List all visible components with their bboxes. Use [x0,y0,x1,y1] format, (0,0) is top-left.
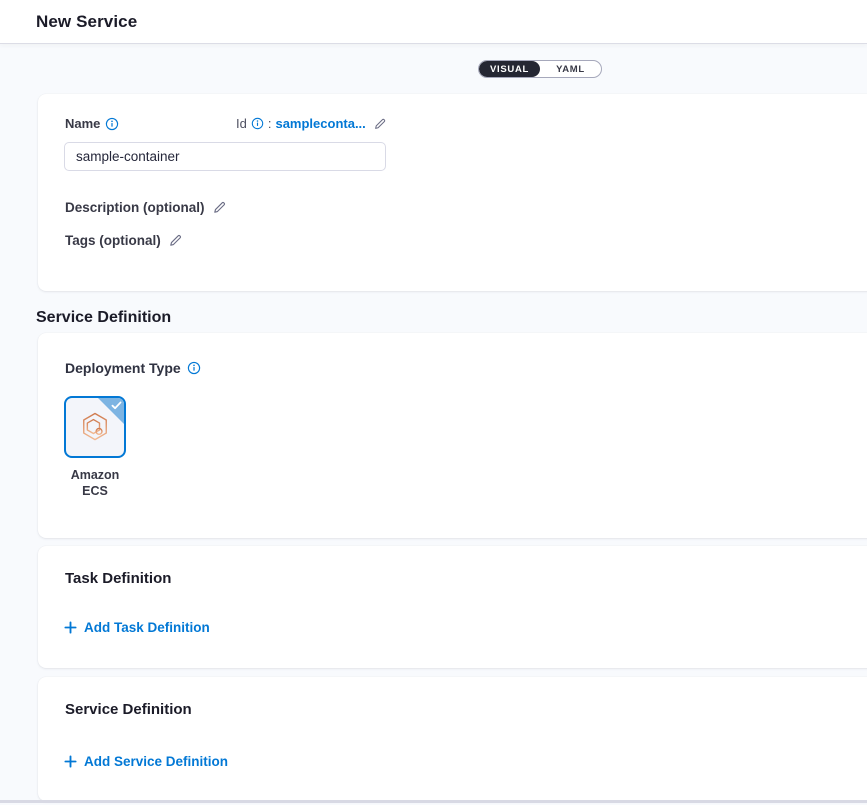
deployment-type-label: Deployment Type [65,360,181,376]
plus-icon [64,755,77,768]
selected-check-icon [111,401,122,410]
name-info-icon[interactable] [105,117,119,131]
name-label-row: Name [65,116,119,131]
service-definition-card: Service Definition Add Service Definitio… [38,677,867,801]
tags-row: Tags (optional) [65,233,183,248]
task-definition-title: Task Definition [65,570,171,587]
deployment-type-label-row: Deployment Type [65,360,201,376]
service-id-value: sampleconta... [275,116,365,131]
deployment-option-amazon-ecs[interactable] [64,396,126,458]
edit-id-icon[interactable] [373,117,387,131]
id-separator: : [268,116,272,131]
edit-tags-icon[interactable] [168,233,183,248]
task-definition-card: Task Definition Add Task Definition [38,546,867,668]
service-name-input[interactable] [64,142,386,171]
new-service-page: New Service VISUAL YAML Name Id [0,0,867,805]
add-task-definition-button[interactable]: Add Task Definition [64,620,210,635]
visual-yaml-toggle: VISUAL YAML [478,60,602,78]
service-definition-title: Service Definition [65,701,192,718]
plus-icon [64,621,77,634]
description-label: Description (optional) [65,200,205,215]
deployment-type-info-icon[interactable] [187,361,201,375]
service-overview-card: Name Id : sampleconta... [38,94,867,291]
toggle-yaml[interactable]: YAML [540,61,601,77]
id-label: Id [236,116,247,131]
name-label: Name [65,116,100,131]
page-title: New Service [36,12,137,32]
description-row: Description (optional) [65,200,227,215]
tags-label: Tags (optional) [65,233,161,248]
page-bottom-divider [0,800,867,803]
toggle-visual[interactable]: VISUAL [479,61,540,77]
service-id-row: Id : sampleconta... [236,116,387,131]
add-service-definition-button[interactable]: Add Service Definition [64,754,228,769]
add-task-definition-label: Add Task Definition [84,620,210,635]
edit-description-icon[interactable] [212,200,227,215]
id-info-icon[interactable] [251,117,264,130]
deployment-option-label: Amazon ECS [64,467,126,499]
deployment-type-card: Deployment Type [38,333,867,538]
add-service-definition-label: Add Service Definition [84,754,228,769]
service-definition-section-title: Service Definition [36,309,171,327]
page-header: New Service [0,0,867,44]
